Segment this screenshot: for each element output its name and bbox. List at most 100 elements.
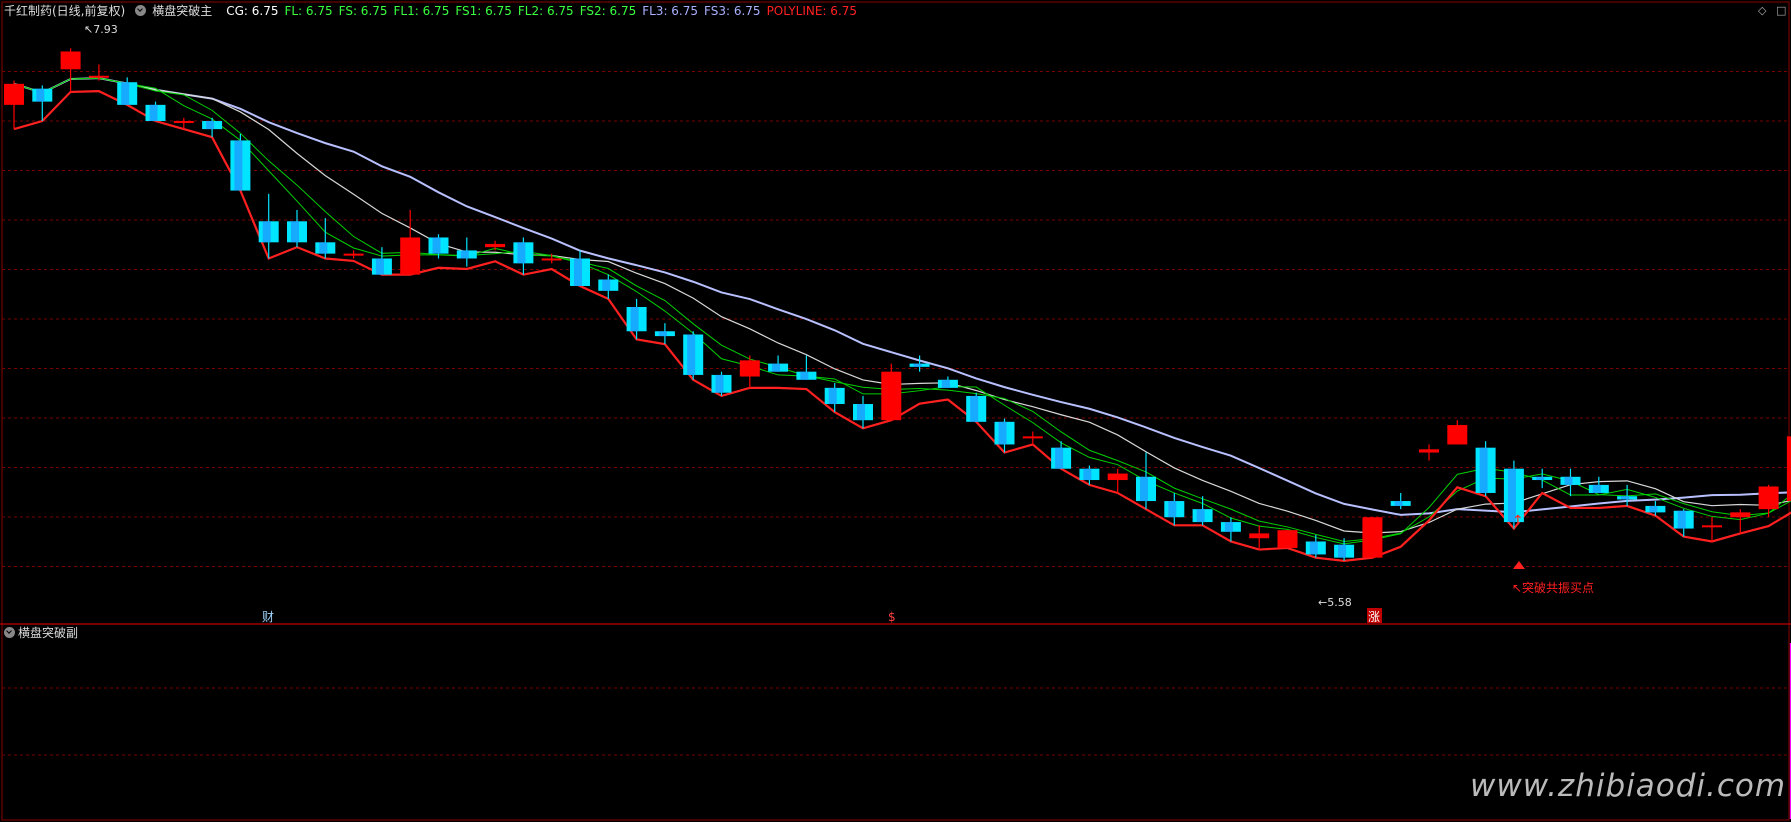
marker-s: $: [888, 610, 896, 624]
candle-shade: [1083, 468, 1092, 481]
candle-shade: [121, 82, 130, 105]
candle-body: [1022, 436, 1043, 439]
candle-body: [1419, 449, 1439, 453]
watermark: www.zhibiaodi.com: [1470, 768, 1787, 804]
dropdown-icon[interactable]: [135, 5, 147, 16]
candle-shade: [1309, 541, 1318, 555]
candle-shade: [970, 395, 979, 422]
candle-shade: [941, 379, 950, 388]
candle-body: [739, 360, 760, 377]
diamond-icon[interactable]: ◇: [1758, 4, 1766, 17]
candle-body: [485, 243, 506, 248]
candle-shade: [1649, 505, 1658, 513]
dropdown-icon-sub[interactable]: [4, 627, 15, 638]
line-fs: [13, 77, 1791, 545]
marker-zhang: 涨: [1368, 609, 1380, 624]
signal-triangle-icon: [1513, 561, 1525, 569]
candle-shade: [206, 121, 215, 130]
candle-shade: [517, 242, 526, 264]
candle-body: [60, 51, 81, 70]
indicator-value-6: FS2: 6.75: [579, 4, 637, 18]
indicator-value-8: FS3: 6.75: [704, 4, 761, 18]
annotation-marks: ↖7.93←5.58财$涨↑↖突破共振买点强势共振突破共振买点: [84, 23, 1791, 819]
candle-shade: [800, 371, 809, 380]
line-cg: [13, 77, 1791, 534]
candle-body: [400, 237, 421, 275]
candle-shade: [234, 140, 243, 191]
candle-shade: [432, 237, 441, 254]
candle-body: [1758, 486, 1779, 510]
candle-shade: [1338, 544, 1347, 558]
candle-shade: [262, 221, 271, 243]
line-fl3: [13, 77, 1791, 516]
indicator-value-9: POLYLINE: 6.75: [766, 4, 858, 18]
candle-shade: [1592, 484, 1601, 493]
candle-shade: [319, 242, 328, 254]
candle-body: [1107, 473, 1128, 481]
indicator-values: CG: 6.75 FL: 6.75 FS: 6.75 FL1: 6.75 FS1: 6.…: [218, 4, 863, 18]
candle-body: [1702, 525, 1722, 528]
indicator-value-4: FS1: 6.75: [455, 4, 512, 18]
candle-shade: [1564, 476, 1573, 485]
candle-shade: [772, 363, 781, 372]
candle-shade: [828, 387, 837, 405]
candle-shade: [291, 221, 299, 243]
candle-shade: [1677, 510, 1686, 529]
candle-shade: [998, 421, 1007, 445]
candle-shade: [1140, 476, 1148, 502]
candle-shade: [574, 258, 582, 286]
candle-body: [1730, 512, 1751, 518]
candle-body: [1786, 436, 1791, 502]
candle-shade: [375, 258, 384, 275]
indicator-value-3: FL1: 6.75: [393, 4, 450, 18]
candle-shade: [149, 104, 158, 122]
candle-shade: [658, 331, 667, 337]
sub-indicator-title[interactable]: 横盘突破副: [18, 626, 78, 640]
high-label: ↖7.93: [84, 23, 118, 36]
chart-canvas[interactable]: ↖7.93←5.58财$涨↑↖突破共振买点强势共振突破共振买点: [0, 0, 1791, 822]
indicator-value-1: FL: 6.75: [284, 4, 333, 18]
candle-body: [1447, 425, 1468, 445]
signal-arrow-icon: ↑: [1512, 513, 1524, 529]
candle-shade: [1536, 476, 1545, 481]
candle-shade: [602, 279, 611, 291]
indicator-value-0: CG: 6.75: [226, 4, 279, 18]
candle-shade: [857, 404, 865, 421]
candle-shade: [36, 88, 45, 102]
candle-body: [1277, 530, 1298, 548]
candle-shade: [630, 307, 639, 332]
line-fl: [13, 77, 1791, 542]
candle-body: [881, 371, 902, 421]
sub-header: 横盘突破副: [0, 624, 78, 642]
indicator-lines: [13, 77, 1791, 562]
candle-body: [343, 253, 364, 256]
candle-body: [1362, 517, 1383, 558]
marker-cai: 财: [262, 610, 274, 624]
line-polyline: [13, 90, 1791, 562]
candle-body: [541, 258, 562, 261]
candle-body: [4, 83, 24, 105]
indicator-value-5: FL2: 6.75: [517, 4, 574, 18]
indicator-value-7: FL3: 6.75: [642, 4, 699, 18]
indicator-title[interactable]: 横盘突破主: [152, 4, 212, 18]
main-header: 千红制药(日线,前复权) 横盘突破主 CG: 6.75 FL: 6.75 FS: 6.7…: [0, 0, 1791, 22]
candle-shade: [715, 374, 724, 393]
candle-shade: [1196, 509, 1205, 523]
candlesticks: [4, 48, 1791, 561]
candle-body: [173, 121, 194, 124]
candle-shade: [913, 363, 922, 367]
candle-shade: [1168, 501, 1177, 518]
candle-shade: [1055, 447, 1064, 469]
candle-shade: [1621, 496, 1630, 500]
candle-body: [88, 75, 109, 78]
candle-shade: [460, 250, 469, 259]
indicator-value-2: FS: 6.75: [338, 4, 388, 18]
candle-body: [1249, 533, 1270, 539]
main-signal-label: ↖突破共振买点: [1512, 580, 1594, 595]
candle-shade: [1479, 447, 1488, 493]
window-icon[interactable]: □: [1776, 4, 1786, 17]
candle-shade: [1394, 501, 1403, 506]
candle-shade: [687, 334, 696, 375]
low-label: ←5.58: [1318, 596, 1352, 609]
stock-title: 千红制药(日线,前复权): [4, 4, 126, 18]
